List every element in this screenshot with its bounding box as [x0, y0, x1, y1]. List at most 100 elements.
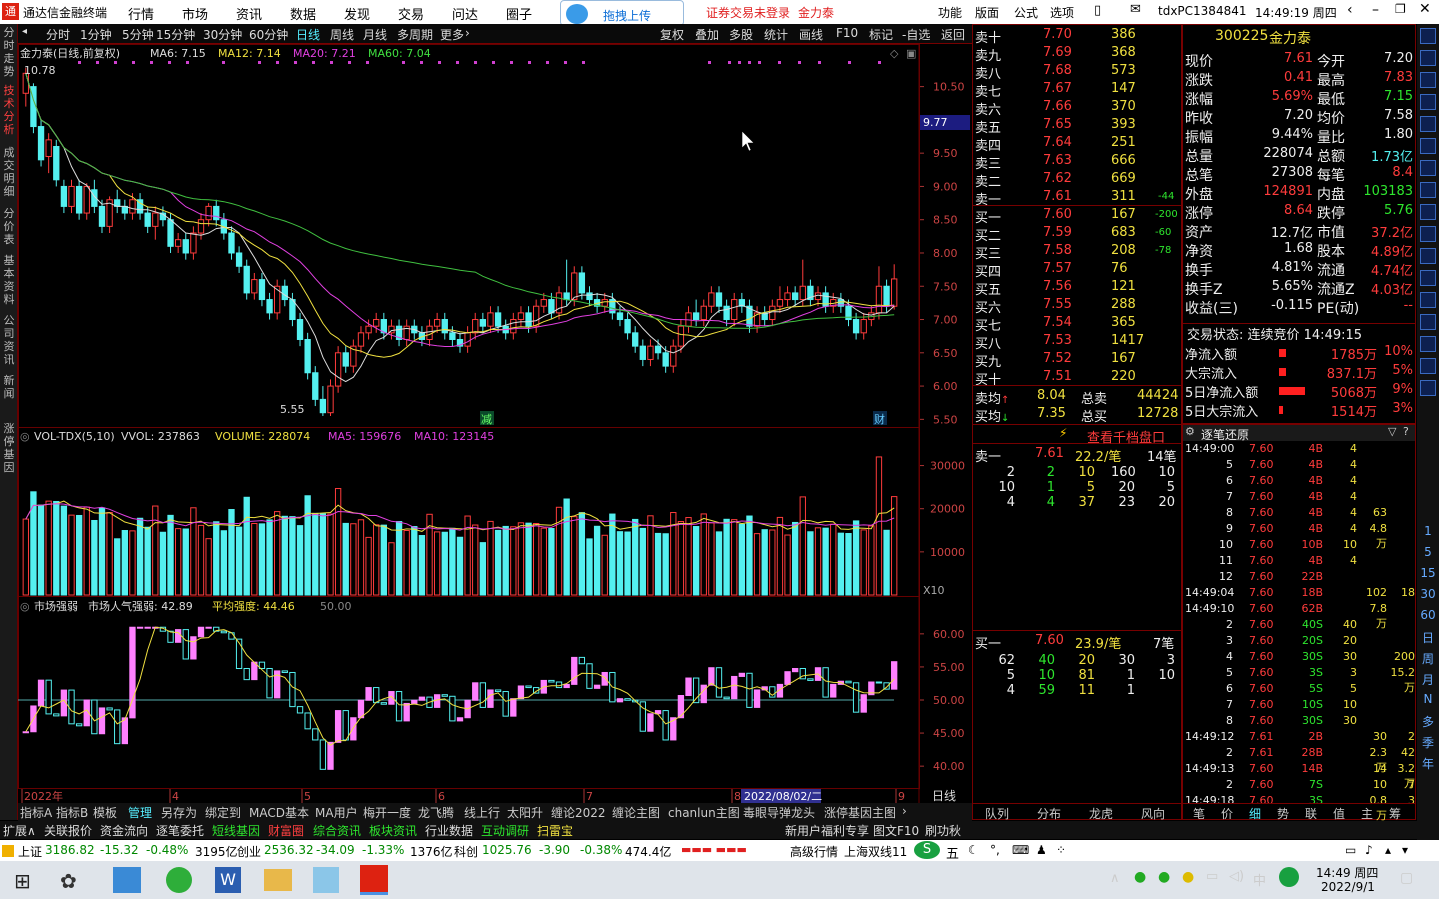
candle-body[interactable]	[145, 213, 150, 226]
menu-jiaoyi[interactable]: 交易	[398, 4, 424, 23]
candle-body[interactable]	[282, 286, 287, 299]
buy-level-price[interactable]: 7.52	[1043, 351, 1072, 366]
volume-bar[interactable]	[709, 523, 714, 595]
volume-bar[interactable]	[282, 516, 287, 595]
candle-body[interactable]	[46, 140, 51, 157]
tool-icon[interactable]	[1420, 336, 1436, 352]
volume-bar[interactable]	[252, 524, 257, 595]
menu-zixun[interactable]: 资讯	[236, 4, 262, 23]
buy-level-price[interactable]: 7.51	[1043, 369, 1072, 384]
tool-icon[interactable]	[1420, 204, 1436, 220]
period-5min[interactable]: 5分钟	[122, 26, 154, 43]
strength-bar[interactable]	[716, 668, 721, 697]
candle-body[interactable]	[175, 240, 180, 247]
candle-body[interactable]	[488, 313, 493, 326]
tab-indicator-b[interactable]: 指标B	[56, 804, 88, 821]
menu-shichang[interactable]: 市场	[182, 4, 208, 23]
strength-bar[interactable]	[473, 683, 478, 700]
tool-period-button[interactable]: 5	[1420, 545, 1436, 559]
strength-bar[interactable]	[480, 683, 485, 708]
strength-bar[interactable]	[518, 686, 523, 699]
tick-settings-icon[interactable]: ⚙	[1185, 425, 1195, 438]
strength-bar[interactable]	[99, 708, 104, 734]
candle-body[interactable]	[625, 320, 630, 333]
volume-bar[interactable]	[107, 513, 112, 595]
strength-bar[interactable]	[792, 669, 797, 672]
sell-level-price[interactable]: 7.63	[1043, 153, 1072, 168]
person-icon[interactable]: ♟	[1036, 843, 1047, 857]
volume-bar[interactable]	[853, 521, 858, 595]
tool-period-button[interactable]: 年	[1420, 755, 1436, 772]
tool-tongji[interactable]: 统计	[764, 26, 788, 43]
volume-bar[interactable]	[457, 537, 462, 595]
buy-level-price[interactable]: 7.53	[1043, 333, 1072, 348]
candle-body[interactable]	[640, 346, 645, 359]
period-15min[interactable]: 15分钟	[156, 26, 195, 43]
tab-xianshangxing[interactable]: 线上行	[464, 804, 500, 821]
menu-gongneng[interactable]: 功能	[938, 4, 962, 21]
volume-bar[interactable]	[343, 523, 348, 595]
volume-bar[interactable]	[534, 523, 539, 595]
strength-collapse-icon[interactable]: ◎	[20, 600, 30, 613]
volume-bar[interactable]	[153, 506, 158, 595]
link-sector-news[interactable]: 板块资讯	[369, 822, 417, 839]
volume-bar[interactable]	[442, 532, 447, 595]
volume-bar[interactable]	[130, 531, 135, 595]
tool-icon[interactable]	[1420, 72, 1436, 88]
volume-bar[interactable]	[244, 497, 249, 595]
tab-meikai[interactable]: 梅开一度	[363, 804, 411, 821]
word-icon[interactable]: W	[215, 867, 241, 893]
candle-body[interactable]	[815, 293, 820, 300]
volume-bar[interactable]	[221, 531, 226, 595]
strength-bar[interactable]	[46, 680, 51, 714]
candle-body[interactable]	[275, 286, 280, 313]
strength-bar[interactable]	[267, 669, 272, 698]
candle-body[interactable]	[861, 320, 866, 333]
user-id[interactable]: tdxPC1384841	[1158, 4, 1246, 18]
app-notebook-icon[interactable]	[313, 867, 339, 893]
volume-bar[interactable]	[541, 528, 546, 595]
volume-bar[interactable]	[808, 532, 813, 595]
volume-bar[interactable]	[633, 519, 638, 595]
strength-bar[interactable]	[297, 707, 302, 713]
strength-bar[interactable]	[587, 664, 592, 689]
volume-bar[interactable]	[747, 516, 752, 595]
period-60min[interactable]: 60分钟	[249, 26, 288, 43]
volume-bar[interactable]	[54, 501, 59, 595]
candle-body[interactable]	[853, 320, 858, 333]
strength-bar[interactable]	[351, 718, 356, 740]
strength-bar[interactable]	[412, 700, 417, 703]
strength-bar[interactable]	[785, 672, 790, 685]
strength-bar[interactable]	[92, 700, 97, 734]
volume-bar[interactable]	[693, 527, 698, 595]
link-related-quotes[interactable]: 关联报价	[44, 822, 92, 839]
volume-bar[interactable]	[191, 508, 196, 595]
volume-bar[interactable]	[115, 539, 120, 595]
candle-body[interactable]	[777, 300, 782, 307]
candle-body[interactable]	[770, 306, 775, 319]
candle-body[interactable]	[884, 286, 889, 306]
tabs-right-icon[interactable]: ›	[902, 804, 907, 818]
volume-bar[interactable]	[160, 532, 165, 595]
menu-shuju[interactable]: 数据	[290, 4, 316, 23]
volume-bar[interactable]	[229, 510, 234, 595]
strength-bar[interactable]	[579, 657, 584, 663]
ime-indicator[interactable]: 中	[1253, 870, 1266, 889]
tool-period-button[interactable]: 60	[1420, 608, 1436, 622]
volume-bar[interactable]	[503, 526, 508, 595]
volume-bar[interactable]	[122, 531, 127, 595]
buy-level-price[interactable]: 7.58	[1043, 243, 1072, 258]
candle-body[interactable]	[61, 186, 66, 206]
candle-body[interactable]	[564, 293, 569, 300]
volume-bar[interactable]	[450, 528, 455, 595]
tool-period-button[interactable]: 15	[1420, 566, 1436, 580]
tool-icon[interactable]	[1420, 182, 1436, 198]
sell-level-price[interactable]: 7.64	[1043, 135, 1072, 150]
strength-bar[interactable]	[305, 713, 310, 729]
sell-level-price[interactable]: 7.69	[1043, 45, 1072, 60]
volume-bar[interactable]	[275, 512, 280, 595]
tab-macd[interactable]: MACD基本	[249, 804, 309, 821]
period-1min[interactable]: 1分钟	[80, 26, 112, 43]
phone-icon[interactable]: ▯	[1094, 3, 1101, 18]
volume-bar[interactable]	[861, 530, 866, 595]
